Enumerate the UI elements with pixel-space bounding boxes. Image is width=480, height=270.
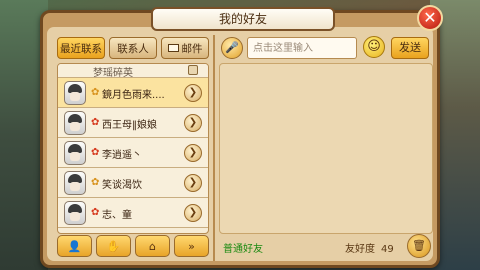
tab-label: 联系人 (117, 42, 149, 55)
list-item[interactable]: ✿ 志、童 ❯ (58, 198, 208, 228)
dialog-title: 我的好友 (151, 7, 335, 31)
friend-name: 笑谈渴饮 (102, 180, 142, 191)
chevron-right-icon[interactable]: ❯ (184, 144, 202, 162)
friend-actions-bar: 👤 ✋ ⌂ » (57, 235, 209, 257)
friend-list[interactable]: 梦瑶碎英 ✿ 鏡月色雨来.... ❯ ✿ 西王母‖娘娘 ❯ ✿ 李逍遥丶 ❯ ✿… (57, 63, 209, 234)
tab-label: 邮件 (181, 42, 203, 55)
chevron-right-icon[interactable]: ❯ (184, 204, 202, 222)
friend-name: 西王母‖娘娘 (102, 120, 157, 131)
friend-name: 志、童 (102, 210, 132, 221)
avatar (64, 81, 86, 105)
home-icon: ⌂ (149, 239, 156, 253)
tab-mail[interactable]: 邮件 (161, 37, 209, 59)
lock-icon (188, 65, 198, 75)
smiley-icon: ☺ (367, 39, 381, 54)
next-page-button[interactable]: » (174, 235, 209, 257)
friend-name: 梦瑶碎英 (93, 68, 133, 79)
mail-icon (167, 44, 179, 52)
tab-contacts[interactable]: 联系人 (109, 37, 157, 59)
emoji-button[interactable]: ☺ (363, 36, 385, 58)
chevron-right-icon[interactable]: ❯ (184, 114, 202, 132)
avatar (64, 171, 86, 195)
flower-icon: ✿ (91, 177, 100, 188)
list-item[interactable]: ✿ 笑谈渴饮 ❯ (58, 168, 208, 198)
hand-button[interactable]: ✋ (96, 235, 131, 257)
avatar (64, 111, 86, 135)
list-item[interactable]: ✿ 鏡月色雨来.... ❯ (58, 78, 208, 108)
home-button[interactable]: ⌂ (135, 235, 170, 257)
flower-icon: ✿ (91, 87, 100, 98)
flower-icon: ✿ (91, 117, 100, 128)
panel-divider (213, 35, 215, 261)
add-friend-button[interactable]: 👤 (57, 235, 92, 257)
trash-icon: 🗑 (412, 239, 426, 252)
list-item[interactable]: 梦瑶碎英 (58, 64, 208, 79)
voice-button[interactable]: 🎤 (221, 37, 243, 59)
friendship-value: 49 (381, 244, 394, 255)
friends-dialog: 我的好友 ✕ 最近联系 联系人 邮件 梦瑶碎英 ✿ 鏡月色雨来.... ❯ ✿ … (40, 5, 443, 268)
next-page-icon: » (188, 239, 195, 253)
chevron-right-icon[interactable]: ❯ (184, 84, 202, 102)
close-button[interactable]: ✕ (417, 5, 443, 31)
relation-label: 普通好友 (223, 244, 263, 255)
delete-button[interactable]: 🗑 (407, 234, 431, 258)
tab-recent-contacts[interactable]: 最近联系 (57, 37, 105, 59)
chat-input[interactable] (247, 37, 357, 59)
microphone-icon: 🎤 (225, 41, 239, 54)
flower-icon: ✿ (91, 207, 100, 218)
friendship-label: 友好度 (345, 244, 375, 255)
close-icon: ✕ (423, 8, 437, 27)
list-item[interactable]: ✿ 李逍遥丶 ❯ (58, 138, 208, 168)
chevron-right-icon[interactable]: ❯ (184, 174, 202, 192)
friend-name: 鏡月色雨来.... (102, 90, 165, 101)
hand-icon: ✋ (106, 239, 121, 253)
avatar (64, 141, 86, 165)
tab-bar: 最近联系 联系人 邮件 (57, 37, 209, 59)
add-friend-icon: 👤 (67, 239, 82, 253)
list-item[interactable]: ✿ 西王母‖娘娘 ❯ (58, 108, 208, 138)
friend-name: 李逍遥丶 (102, 150, 142, 161)
avatar (64, 201, 86, 225)
tab-label: 最近联系 (60, 42, 102, 55)
chat-message-area[interactable] (219, 63, 433, 234)
friendship-level: 友好度 49 (345, 240, 394, 255)
flower-icon: ✿ (91, 147, 100, 158)
send-button[interactable]: 发送 (391, 37, 429, 59)
